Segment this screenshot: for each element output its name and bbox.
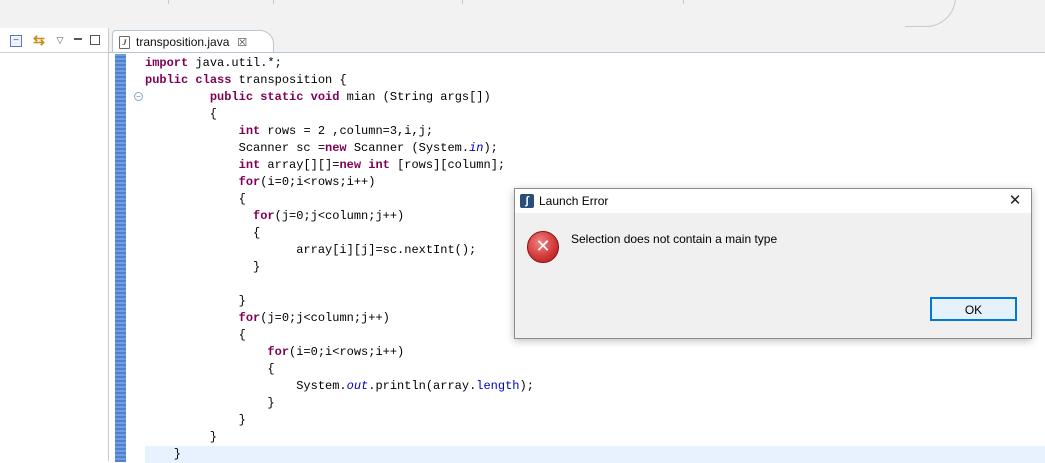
- code-line[interactable]: for(i=0;i<rows;i++): [145, 344, 1045, 361]
- code-token: }: [145, 413, 246, 427]
- code-token: out: [346, 379, 369, 393]
- toolbar-separator: [168, 0, 169, 4]
- link-with-editor-icon[interactable]: ⇆: [31, 32, 47, 48]
- code-token: int: [238, 124, 261, 138]
- editor-tab[interactable]: J transposition.java ☒: [112, 30, 274, 53]
- overview-ruler: [115, 54, 126, 462]
- code-line[interactable]: int array[][]=new int [rows][column];: [145, 157, 1045, 174]
- code-token: int: [238, 158, 261, 172]
- code-token: (j=0;j<column;j++): [260, 311, 390, 325]
- minimize-icon[interactable]: [73, 32, 83, 48]
- code-token: rows = 2 ,column=3,i,j;: [260, 124, 434, 138]
- code-token: (j=0;j<column;j++): [274, 209, 405, 223]
- code-token: (i=0;i<rows;i++): [289, 345, 405, 359]
- error-icon: ✕: [527, 231, 559, 263]
- code-token: }: [145, 447, 182, 461]
- code-token: class: [195, 73, 232, 87]
- view-menu-icon[interactable]: ▽: [55, 32, 65, 48]
- toolbar-separator: [273, 0, 274, 4]
- fold-collapse-icon[interactable]: −: [134, 92, 143, 101]
- code-token: Scanner sc =: [145, 141, 326, 155]
- toolbar-separator: [462, 0, 463, 4]
- code-token: }: [145, 396, 275, 410]
- code-token: {: [145, 107, 218, 121]
- code-line[interactable]: public class transposition {: [145, 72, 1045, 89]
- code-token: System.: [145, 379, 347, 393]
- code-line[interactable]: import java.util.*;: [145, 55, 1045, 72]
- dialog-message: Selection does not contain a main type: [571, 232, 778, 246]
- code-line[interactable]: {: [145, 361, 1045, 378]
- code-line[interactable]: System.out.println(array.length);: [145, 378, 1045, 395]
- close-icon[interactable]: ✕: [1005, 191, 1025, 211]
- code-token: array[i][j]=sc.nextInt();: [145, 243, 477, 257]
- code-token: {: [145, 192, 246, 206]
- code-token: in: [469, 141, 484, 155]
- close-tab-icon[interactable]: ☒: [237, 36, 247, 49]
- dialog-title: Launch Error: [539, 194, 609, 208]
- maximize-icon[interactable]: [90, 35, 100, 45]
- code-line[interactable]: public static void mian (String args[]): [145, 89, 1045, 106]
- code-line[interactable]: }: [145, 412, 1045, 429]
- code-token: }: [145, 260, 261, 274]
- package-explorer-view: − ⇆ ▽: [0, 28, 109, 461]
- tab-filename: transposition.java: [136, 35, 230, 49]
- code-line[interactable]: Scanner sc =new Scanner (System.in);: [145, 140, 1045, 157]
- eclipse-icon: ∫: [520, 194, 534, 208]
- code-token: );: [483, 141, 498, 155]
- toolbar-divider: [905, 0, 956, 27]
- code-token: int: [368, 158, 390, 172]
- dialog-titlebar: ∫ Launch Error ✕: [515, 189, 1031, 213]
- code-token: for: [238, 311, 261, 325]
- code-line[interactable]: {: [145, 106, 1045, 123]
- code-token: transposition {: [231, 73, 347, 87]
- code-token: for: [253, 209, 275, 223]
- code-token: for: [238, 175, 261, 189]
- code-token: (i=0;i<rows;i++): [260, 175, 376, 189]
- code-token: {: [145, 362, 275, 376]
- code-token: void: [310, 90, 340, 104]
- code-token: public: [209, 90, 254, 104]
- code-token: static: [260, 90, 304, 104]
- toolbar-separator: [683, 0, 684, 4]
- code-token: length: [476, 379, 520, 393]
- code-token: java.util.*;: [188, 56, 282, 70]
- code-line[interactable]: int rows = 2 ,column=3,i,j;: [145, 123, 1045, 140]
- code-token: for: [267, 345, 290, 359]
- java-file-icon: J: [119, 35, 130, 49]
- code-token: }: [145, 294, 246, 308]
- code-line[interactable]: }: [145, 429, 1045, 446]
- code-token: Scanner (System.: [346, 141, 470, 155]
- code-line[interactable]: }: [145, 395, 1045, 412]
- ok-button[interactable]: OK: [930, 297, 1017, 321]
- line-gutter: [126, 54, 144, 462]
- code-token: new: [339, 158, 362, 172]
- collapse-all-icon[interactable]: −: [10, 35, 22, 47]
- code-token: [rows][column];: [389, 158, 506, 172]
- code-token: );: [519, 379, 534, 393]
- code-token: {: [145, 226, 261, 240]
- launch-error-dialog: ∫ Launch Error ✕ ✕ Selection does not co…: [514, 188, 1032, 339]
- code-line[interactable]: }: [145, 446, 1045, 463]
- code-token: }: [145, 430, 218, 444]
- top-toolbar: [0, 0, 1045, 29]
- code-token: .println(array.: [368, 379, 477, 393]
- code-token: mian (String args[]): [339, 90, 491, 104]
- code-token: public: [145, 73, 189, 87]
- editor-tab-bar: J transposition.java ☒: [109, 28, 1045, 53]
- code-token: array[][]=: [260, 158, 340, 172]
- code-token: new: [325, 141, 347, 155]
- view-toolbar: − ⇆ ▽: [0, 28, 108, 53]
- code-token: {: [145, 328, 246, 342]
- code-token: import: [145, 56, 189, 70]
